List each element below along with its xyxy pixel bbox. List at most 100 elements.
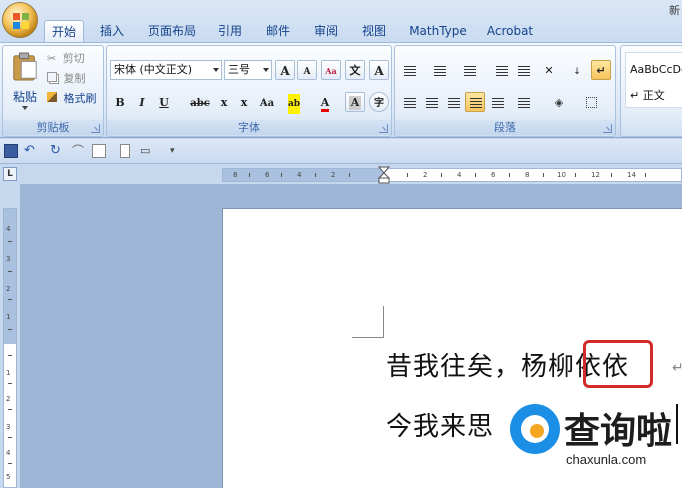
enclose-char-button[interactable]: 字 (369, 92, 389, 112)
superscript-button[interactable]: x (235, 92, 253, 112)
subscript-button[interactable]: x (215, 92, 233, 112)
tab-review[interactable]: 审阅 (306, 20, 346, 42)
sort-button[interactable]: ↓ (567, 60, 587, 80)
tab-acrobat[interactable]: Acrobat (480, 20, 540, 42)
paste-button[interactable]: 粘贴 (7, 50, 43, 118)
watermark-url: chaxunla.com (566, 452, 647, 467)
paragraph-launcher-icon[interactable] (603, 124, 612, 133)
margin-crop-mark (352, 306, 384, 338)
document-line-2[interactable]: 今我来思 (386, 406, 494, 443)
tab-mathtype[interactable]: MathType (402, 20, 474, 42)
style-normal-button[interactable]: AaBbCcDd ↵ 正文 (625, 52, 682, 108)
ruler-mark (8, 299, 12, 300)
grow-font-button[interactable]: A (275, 60, 295, 80)
line-spacing-button[interactable] (513, 92, 539, 112)
horizontal-ruler[interactable]: 8 6 4 2 2 4 6 8 10 12 14 (222, 168, 682, 182)
ruler-margin (223, 169, 385, 181)
tab-references[interactable]: 引用 (210, 20, 250, 42)
insert-icon[interactable]: ⌒ (72, 144, 86, 158)
font-size-dropdown[interactable]: 三号 (224, 60, 272, 80)
align-right-icon (448, 98, 460, 108)
shading-button[interactable]: ◈ (545, 92, 573, 112)
indent-marker-icon[interactable] (378, 166, 390, 184)
tab-mailings[interactable]: 邮件 (258, 20, 298, 42)
justify-button[interactable] (465, 92, 485, 112)
underline-icon: U (159, 96, 169, 109)
tab-home[interactable]: 开始 (44, 20, 84, 42)
numbering-button[interactable] (429, 60, 453, 80)
ruler-tick: 10 (557, 171, 566, 179)
office-button[interactable] (2, 2, 38, 38)
bold-button[interactable]: B (111, 92, 129, 112)
underline-button[interactable]: U (155, 92, 173, 112)
phonetic-guide-button[interactable]: 文 (345, 60, 365, 80)
paste-label: 粘贴 (12, 90, 37, 104)
align-center-button[interactable] (421, 92, 441, 112)
ruler-mark (8, 437, 12, 438)
ruler-tick: 14 (627, 171, 636, 179)
font-group: 宋体 (中文正文) 三号 A A Aa 文 A B I U abc x x Aa… (106, 45, 392, 137)
vertical-ruler[interactable]: 4 3 2 1 1 2 3 4 5 (3, 208, 17, 488)
clipboard-launcher-icon[interactable] (91, 124, 100, 133)
undo-icon[interactable]: ↶ (24, 144, 38, 158)
align-left-button[interactable] (399, 92, 419, 112)
bullets-button[interactable] (399, 60, 423, 80)
cut-button[interactable]: ✂ 剪切 (47, 50, 85, 68)
distributed-icon (492, 98, 504, 108)
increase-indent-button[interactable] (513, 60, 533, 80)
multilevel-list-button[interactable] (459, 60, 483, 80)
strikethrough-icon: abc (190, 98, 210, 109)
redo-icon[interactable]: ↻ (50, 144, 64, 158)
change-case-button[interactable]: Aa (255, 92, 279, 112)
tab-view[interactable]: 视图 (354, 20, 394, 42)
ruler-tick: 2 (423, 171, 428, 179)
ruler-mark (8, 241, 12, 242)
highlight-button[interactable]: ab (283, 92, 305, 114)
distributed-button[interactable] (487, 92, 507, 112)
copy-button[interactable]: 复制 (47, 70, 86, 88)
enclose-char-icon: 字 (374, 98, 384, 109)
tab-selector[interactable]: L (3, 167, 17, 181)
show-marks-button[interactable]: ↵ (591, 60, 611, 80)
ribbon-tab-bar: 新 开始 插入 页面布局 引用 邮件 审阅 视图 MathType Acroba… (0, 0, 682, 44)
format-painter-label: 格式刷 (63, 92, 97, 105)
ruler-tick: 12 (591, 171, 600, 179)
strikethrough-button[interactable]: abc (187, 92, 213, 112)
change-case-icon: Aa (259, 98, 275, 109)
align-right-button[interactable] (443, 92, 463, 112)
bold-icon: B (115, 96, 125, 109)
table-icon[interactable]: ▭ (140, 144, 158, 158)
ruler-tick: 2 (6, 395, 11, 403)
ruler-tick: 4 (297, 171, 302, 179)
borders-button[interactable] (577, 92, 605, 112)
ruler-mark (8, 355, 12, 356)
ruler-tick: 2 (331, 171, 336, 179)
font-launcher-icon[interactable] (379, 124, 388, 133)
tab-page-layout[interactable]: 页面布局 (142, 20, 202, 42)
save-icon[interactable] (4, 144, 18, 158)
clear-format-button[interactable]: Aa (321, 60, 341, 80)
edit-icon[interactable] (92, 144, 106, 158)
tab-insert[interactable]: 插入 (92, 20, 132, 42)
italic-button[interactable]: I (133, 92, 151, 112)
font-name-dropdown[interactable]: 宋体 (中文正文) (110, 60, 222, 80)
chinese-layout-button[interactable]: ✕ (537, 60, 561, 80)
char-shading-button[interactable]: A (345, 92, 365, 112)
increase-indent-icon (518, 66, 530, 76)
customize-toolbar-icon[interactable]: ▾ (170, 144, 184, 158)
ruler-mark (509, 173, 510, 177)
shrink-font-button[interactable]: A (297, 60, 317, 80)
ruler-tick: 5 (6, 473, 11, 481)
format-painter-button[interactable]: 格式刷 (47, 90, 97, 108)
cut-label: 剪切 (62, 52, 85, 65)
copy-icon (47, 72, 57, 82)
sort-icon: ↓ (573, 67, 581, 77)
style-preview: AaBbCcDd (630, 63, 682, 76)
new-document-icon[interactable] (120, 144, 130, 158)
font-color-button[interactable]: A (315, 92, 335, 112)
chevron-down-icon (263, 68, 269, 72)
char-border-button[interactable]: A (369, 60, 389, 80)
justify-icon (470, 98, 482, 108)
ruler-tick: 3 (6, 255, 11, 263)
decrease-indent-button[interactable] (491, 60, 511, 80)
